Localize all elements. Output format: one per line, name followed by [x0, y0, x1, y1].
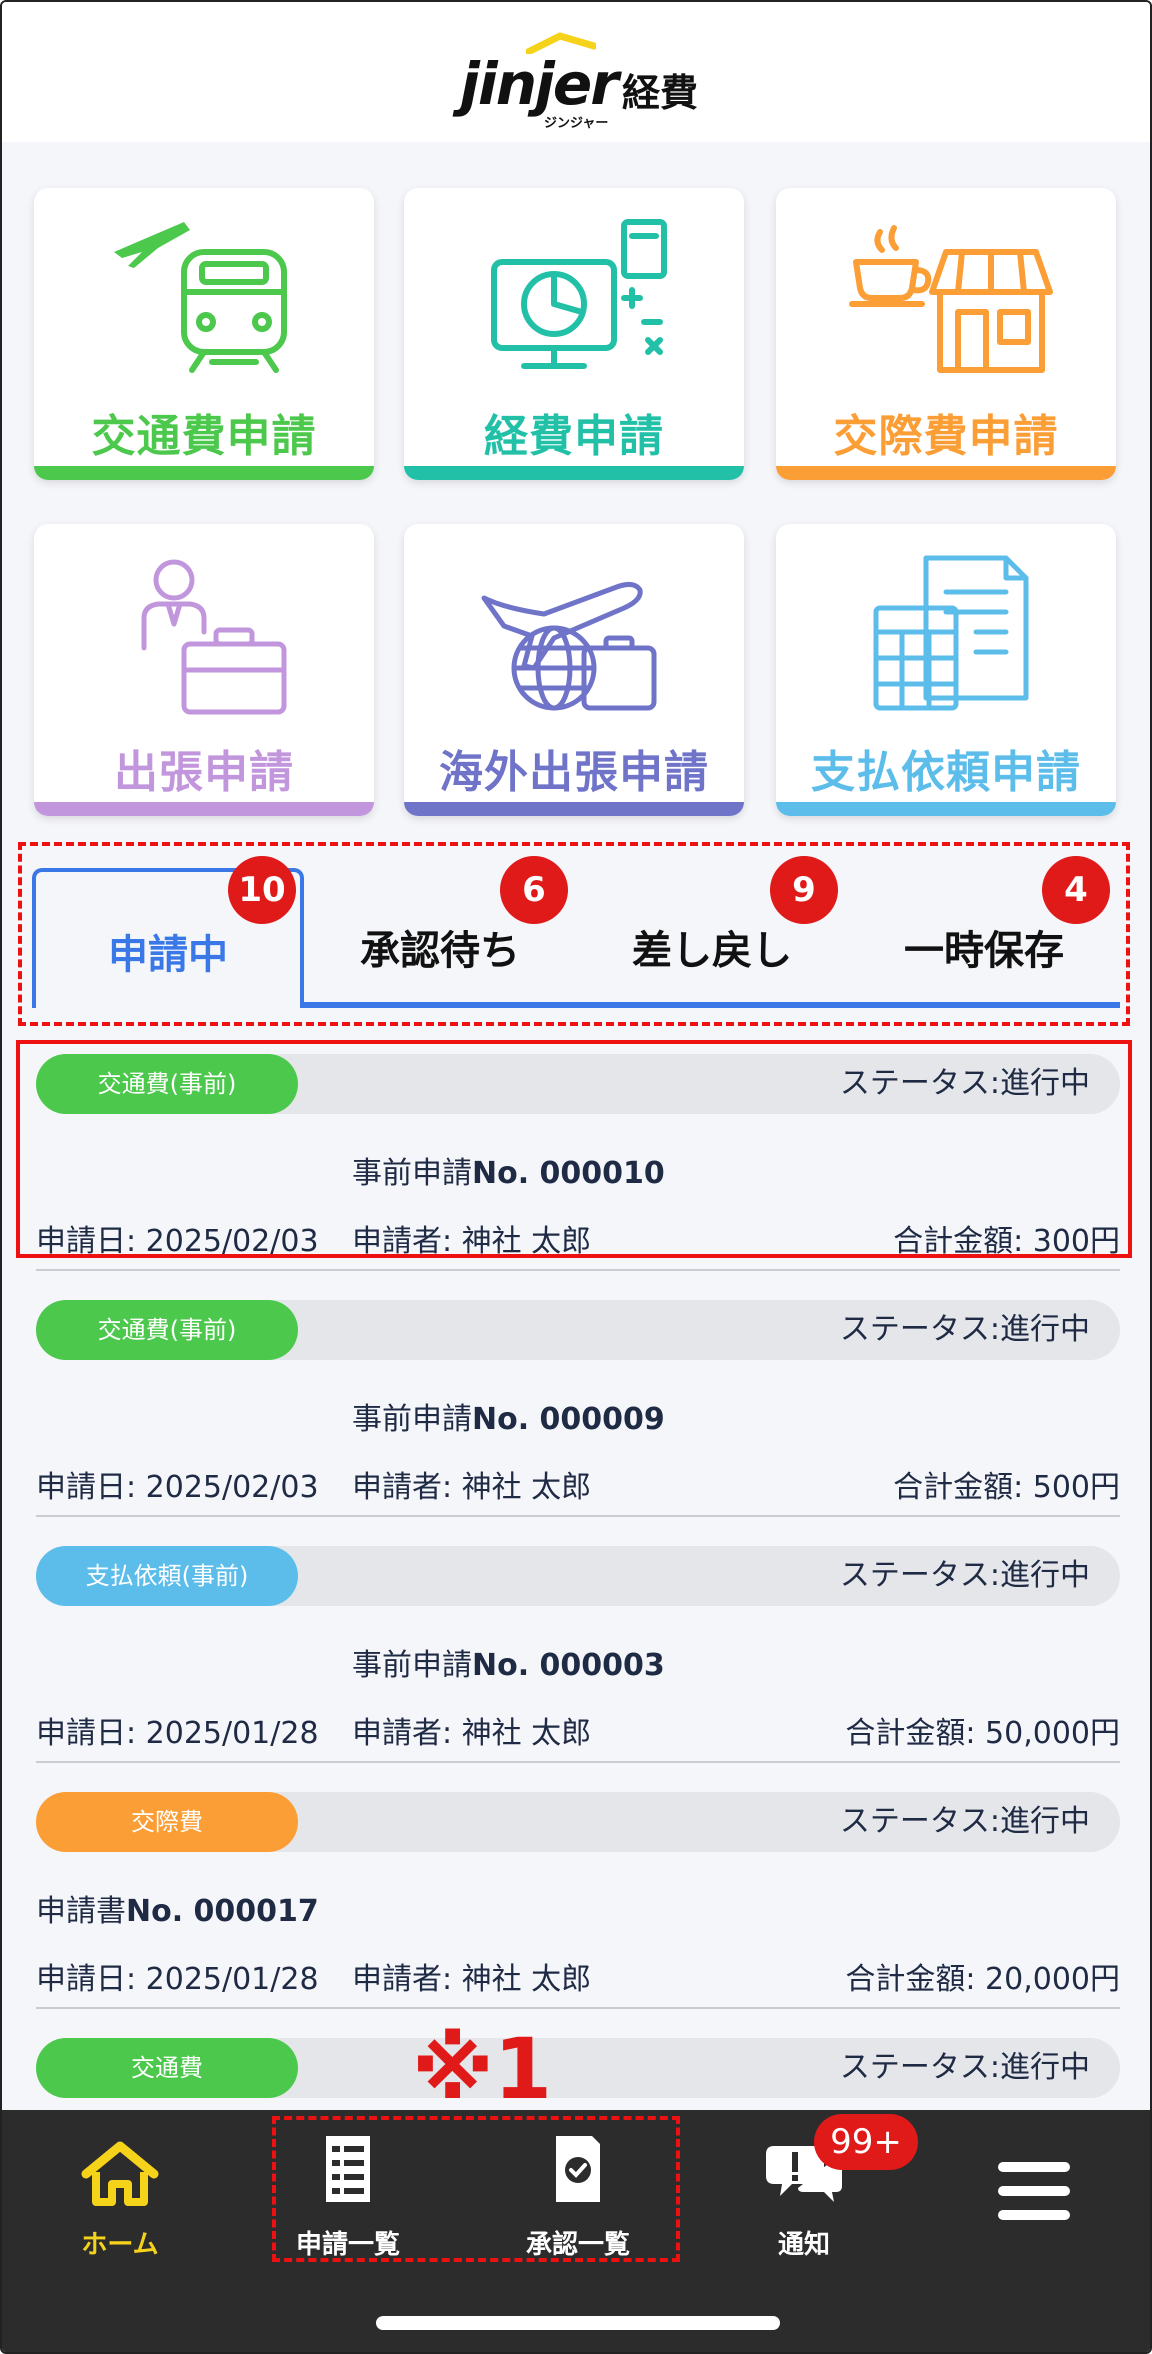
application-card[interactable]: 支払依頼(事前) ステータス:進行中 事前申請No. 000003 申請日: 2… [36, 1534, 1120, 1754]
tile-label: 支払依頼申請 [811, 747, 1081, 798]
building-document-icon [873, 555, 1029, 711]
notification-badge: 99+ [814, 2114, 918, 2170]
status-text: ステータス:進行中 [839, 1804, 1090, 1839]
category-tag: 交通費 [36, 2038, 298, 2098]
application-number: 事前申請No. 000003 [352, 1648, 665, 1683]
tile-label: 出張申請 [114, 747, 294, 798]
tile-overseas-trip[interactable]: 海外出張申請 [404, 524, 744, 816]
status-text: ステータス:進行中 [839, 1066, 1090, 1101]
divider [36, 1515, 1120, 1517]
tile-transport-expense[interactable]: 交通費申請 [34, 188, 374, 480]
category-tag: 交通費(事前) [36, 1300, 298, 1360]
logo-text: jinjer [460, 50, 619, 118]
tile-label: 経費申請 [484, 411, 664, 462]
total-amount: 合計金額: 20,000円 [845, 1962, 1120, 1997]
tile-color-bar [404, 466, 744, 480]
application-card[interactable]: 交通費(事前) ステータス:進行中 事前申請No. 000010 申請日: 20… [36, 1042, 1120, 1262]
applicant: 申請者: 神社 太郎 [352, 1470, 592, 1505]
tile-payment-request[interactable]: 支払依頼申請 [776, 524, 1116, 816]
logo-keihi-text: 経費 [622, 71, 699, 115]
applicant: 申請者: 神社 太郎 [352, 1962, 592, 1997]
tile-color-bar [34, 802, 374, 816]
application-number: 事前申請No. 000010 [352, 1156, 665, 1191]
tile-business-trip[interactable]: 出張申請 [34, 524, 374, 816]
monitor-chart-icon [491, 219, 667, 369]
note-mark: ※1 [412, 2020, 553, 2118]
tile-label: 海外出張申請 [439, 747, 709, 798]
application-date: 申請日: 2025/01/28 [36, 1716, 319, 1751]
train-plane-icon [114, 222, 287, 373]
business-trip-icon [141, 559, 287, 715]
application-card[interactable]: 交通費(事前) ステータス:進行中 事前申請No. 000009 申請日: 20… [36, 1288, 1120, 1508]
tile-expense[interactable]: 経費申請 [404, 188, 744, 480]
plane-globe-icon [481, 582, 657, 711]
tab-badge: 4 [1042, 856, 1110, 924]
app-screen: jinjer 経費 ジンジャー 交通費申請 経費申請 交際費申請 出張申請 海外… [0, 0, 1152, 2354]
divider [36, 1269, 1120, 1271]
tile-color-bar [34, 466, 374, 480]
application-date: 申請日: 2025/02/03 [36, 1470, 319, 1505]
total-amount: 合計金額: 500円 [893, 1470, 1120, 1505]
nav-highlight-box [272, 2116, 680, 2262]
application-card[interactable]: 交際費 ステータス:進行中 申請書No. 000017 申請日: 2025/01… [36, 1780, 1120, 2000]
nav-menu[interactable] [944, 2126, 1124, 2230]
status-text: ステータス:進行中 [839, 1558, 1090, 1593]
logo-subtext: ジンジャー [544, 116, 609, 131]
status-tabs: 申請中 承認待ち 差し戻し 一時保存 [32, 868, 1120, 1008]
category-tag: 交際費 [36, 1792, 298, 1852]
tab-badge: 6 [500, 856, 568, 924]
jinjer-logo: jinjer 経費 ジンジャー [460, 32, 700, 132]
category-tag: 交通費(事前) [36, 1054, 298, 1114]
application-card[interactable]: 交通費 ステータス:進行中 [36, 2026, 1120, 2110]
tile-color-bar [404, 802, 744, 816]
tile-label: 交通費申請 [91, 411, 317, 462]
tile-entertainment-expense[interactable]: 交際費申請 [776, 188, 1116, 480]
tile-label: 交際費申請 [833, 411, 1059, 462]
home-indicator[interactable] [376, 2316, 780, 2330]
application-number: 申請書No. 000017 [36, 1894, 319, 1929]
total-amount: 合計金額: 50,000円 [845, 1716, 1120, 1751]
status-text: ステータス:進行中 [839, 1312, 1090, 1347]
tab-badge: 9 [770, 856, 838, 924]
tile-color-bar [776, 466, 1116, 480]
tab-underline [300, 1002, 1120, 1008]
tab-badge: 10 [228, 856, 296, 924]
hamburger-menu-icon [998, 2162, 1070, 2220]
application-number: 事前申請No. 000009 [352, 1402, 665, 1437]
applicant: 申請者: 神社 太郎 [352, 1224, 592, 1259]
cafe-shop-icon [849, 225, 1053, 373]
tile-color-bar [776, 802, 1116, 816]
application-date: 申請日: 2025/01/28 [36, 1962, 319, 1997]
category-tag: 支払依頼(事前) [36, 1546, 298, 1606]
app-header: jinjer 経費 ジンジャー [2, 2, 1150, 142]
total-amount: 合計金額: 300円 [893, 1224, 1120, 1259]
divider [36, 1761, 1120, 1763]
applicant: 申請者: 神社 太郎 [352, 1716, 592, 1751]
divider [36, 2007, 1120, 2009]
nav-home[interactable]: ホーム [30, 2126, 210, 2260]
application-date: 申請日: 2025/02/03 [36, 1224, 319, 1259]
home-icon [81, 2141, 159, 2206]
status-text: ステータス:進行中 [839, 2050, 1090, 2085]
